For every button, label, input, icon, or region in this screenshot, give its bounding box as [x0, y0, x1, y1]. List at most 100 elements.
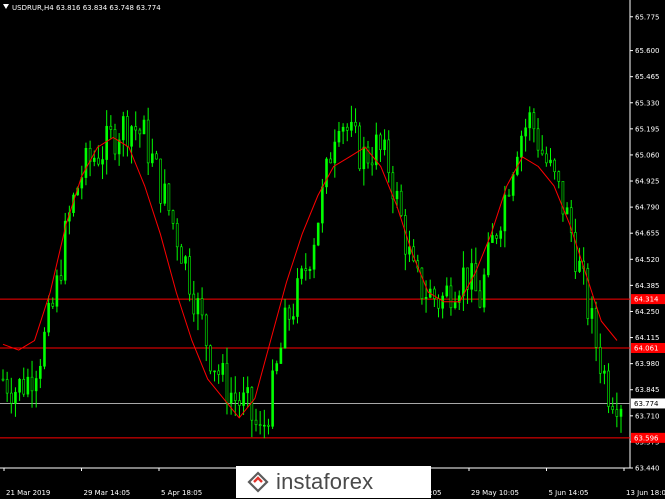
candle-body: [424, 296, 428, 299]
price-tick-label: 63.845: [635, 386, 660, 394]
candle-body: [495, 235, 498, 239]
candle-body: [171, 210, 175, 224]
candle-body: [242, 392, 245, 406]
candle-body: [105, 125, 108, 160]
price-tick-label: 65.600: [635, 47, 660, 55]
candle-body: [55, 275, 59, 307]
candle-body: [341, 126, 345, 132]
price-tick-label: 64.115: [635, 334, 660, 342]
candle-body: [34, 378, 38, 392]
candle-body: [615, 409, 619, 417]
candle-body: [520, 135, 523, 158]
candle-body: [557, 171, 561, 182]
candle-body: [26, 376, 30, 395]
candle-body: [138, 129, 142, 135]
instaforex-logo-icon: [247, 471, 269, 493]
candle-body: [549, 159, 552, 164]
candle-body: [84, 147, 88, 178]
candle-body: [134, 126, 138, 131]
candle-body: [209, 345, 212, 372]
candle-body: [619, 408, 623, 417]
symbol-timeframe: USDRUR,H4: [12, 4, 54, 12]
candle-body: [441, 295, 444, 309]
price-tick-label: 65.775: [635, 13, 660, 21]
candle-body: [433, 288, 436, 299]
candle-body: [163, 183, 167, 204]
candle-body: [387, 139, 391, 174]
price-tick-label: 65.330: [635, 99, 660, 107]
candle-body: [586, 268, 590, 319]
candle-body: [238, 400, 241, 406]
candle-body: [109, 125, 113, 130]
candle-body: [329, 158, 332, 164]
candle-body: [379, 134, 382, 150]
candle-body: [175, 223, 179, 248]
candle-body: [275, 363, 279, 372]
candle-body: [499, 230, 503, 239]
candle-body: [607, 370, 610, 407]
candle-body: [395, 190, 399, 200]
candle-body: [300, 268, 303, 279]
candle-body: [540, 149, 544, 155]
candle-body: [316, 222, 320, 246]
candle-body: [304, 268, 308, 272]
price-tick-label: 63.440: [635, 465, 660, 473]
candle-body: [155, 153, 158, 160]
candle-body: [146, 119, 150, 164]
candle-body: [192, 293, 196, 315]
candle-body: [536, 128, 540, 151]
candle-body: [267, 424, 270, 427]
time-tick-label: 29 May 10:05: [471, 489, 519, 497]
dropdown-arrow-icon[interactable]: [3, 4, 9, 9]
candle-body: [420, 267, 424, 299]
candle-body: [362, 146, 366, 170]
candle-body: [325, 158, 328, 188]
candle-body: [453, 302, 457, 309]
candle-body: [159, 158, 162, 204]
candle-body: [254, 419, 258, 425]
price-tick-label: 63.980: [635, 360, 660, 368]
price-tag-label: 63.774: [634, 400, 659, 408]
candle-body: [200, 298, 204, 316]
candle-body: [196, 298, 200, 315]
candle-body: [22, 378, 26, 395]
candle-body: [507, 194, 511, 197]
price-tick-label: 64.925: [635, 178, 660, 186]
candle-body: [126, 116, 129, 147]
candle-body: [312, 244, 316, 270]
candle-body: [474, 263, 478, 292]
candle-body: [491, 235, 494, 243]
candle-body: [1, 378, 5, 381]
chart-title[interactable]: USDRUR,H4 63.816 63.834 63.748 63.774: [3, 4, 161, 12]
price-tick-label: 64.520: [635, 256, 660, 264]
price-chart[interactable]: 65.775 65.600 65.465 65.330 65.195 65.060 64.9…: [0, 0, 665, 499]
price-tag-label: 63.596: [634, 434, 659, 442]
price-tick-label: 65.195: [635, 125, 660, 133]
candle-body: [113, 129, 117, 155]
candle-body: [14, 391, 17, 404]
candle-body: [246, 387, 250, 394]
candle-body: [47, 302, 50, 333]
candle-body: [445, 285, 449, 297]
price-tick-label: 65.465: [635, 73, 660, 81]
price-tick-label: 64.790: [635, 204, 660, 212]
time-tick-label: 21 Mar 2019: [6, 489, 50, 497]
price-tag-label: 64.061: [634, 344, 659, 352]
candle-body: [5, 379, 9, 394]
candle-body: [350, 121, 353, 131]
chart-background: [0, 0, 665, 499]
candle-body: [553, 159, 556, 172]
candle-body: [204, 314, 208, 347]
price-tick-label: 63.710: [635, 412, 660, 420]
candle-body: [611, 406, 615, 410]
candle-body: [221, 362, 225, 375]
candle-body: [528, 112, 532, 129]
candle-body: [151, 153, 154, 164]
candle-body: [449, 285, 453, 309]
candle-body: [578, 260, 581, 272]
candle-body: [142, 119, 146, 135]
price-tick-label: 64.655: [635, 230, 660, 238]
candle-body: [229, 392, 233, 404]
candle-body: [337, 131, 341, 143]
candle-body: [233, 392, 237, 401]
